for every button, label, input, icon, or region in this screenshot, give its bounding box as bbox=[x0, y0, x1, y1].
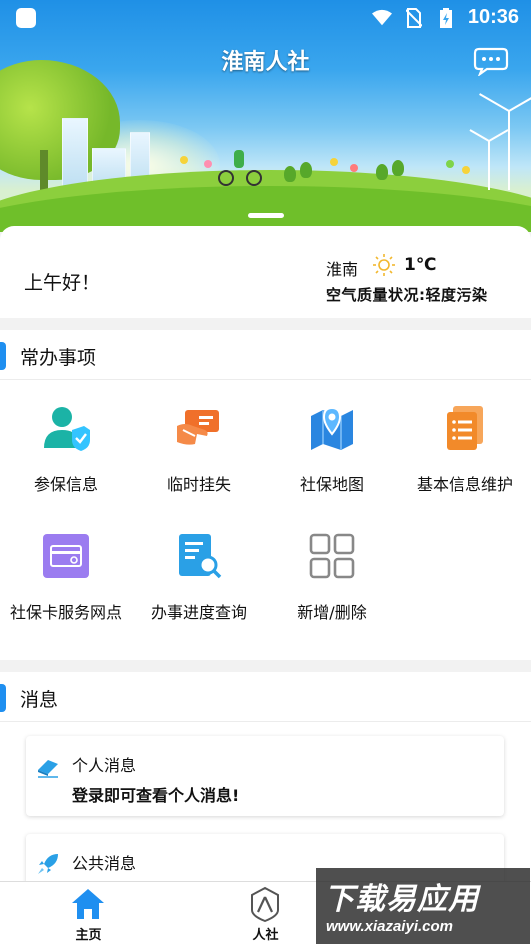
wifi-icon bbox=[371, 8, 392, 28]
task-card-service-points[interactable]: 社保卡服务网点 bbox=[0, 508, 132, 628]
eraser-icon bbox=[36, 754, 60, 778]
small-tree-illustration bbox=[300, 162, 312, 178]
status-bar: 10:36 bbox=[0, 0, 531, 38]
document-search-icon bbox=[175, 532, 223, 580]
weather-temperature: 1℃ bbox=[404, 255, 437, 275]
watermark: 下载易应用 www.xiazaiyi.com bbox=[316, 868, 530, 944]
task-add-remove[interactable]: 新增/删除 bbox=[266, 508, 398, 628]
nav-home[interactable]: 主页 bbox=[0, 882, 177, 944]
flower-illustration bbox=[350, 164, 358, 172]
wind-turbine-illustration bbox=[469, 129, 509, 190]
messages-section: 消息 个人消息 登录即可查看个人消息! 公共消息 bbox=[0, 672, 531, 914]
message-title: 公共消息 bbox=[72, 854, 137, 873]
flower-illustration bbox=[446, 160, 454, 168]
person-shield-icon bbox=[247, 886, 283, 923]
section-accent-bar bbox=[0, 342, 6, 370]
message-body: 登录即可查看个人消息! bbox=[72, 786, 240, 805]
grid-icon bbox=[308, 532, 356, 580]
wind-turbine-illustration bbox=[479, 93, 531, 190]
section-title: 消息 bbox=[20, 689, 59, 711]
document-list-icon bbox=[441, 404, 489, 452]
chat-bubble-icon bbox=[473, 47, 509, 78]
greeting-text: 上午好！ bbox=[24, 272, 101, 294]
watermark-text: 下载易应用 bbox=[324, 882, 479, 917]
flower-illustration bbox=[462, 166, 470, 174]
personal-message-card[interactable]: 个人消息 登录即可查看个人消息! bbox=[26, 736, 504, 816]
cyclist-illustration bbox=[218, 150, 262, 186]
flower-illustration bbox=[204, 160, 212, 168]
map-pin-icon bbox=[308, 404, 356, 452]
banner-page-indicator bbox=[248, 213, 284, 218]
watermark-url: www.xiazaiyi.com bbox=[326, 918, 453, 935]
task-progress-query[interactable]: 办事进度查询 bbox=[133, 508, 265, 628]
flower-illustration bbox=[180, 156, 188, 164]
building-illustration bbox=[62, 118, 88, 188]
nav-label: 主页 bbox=[75, 928, 102, 943]
task-temporary-loss-report[interactable]: 临时挂失 bbox=[133, 380, 265, 500]
section-title: 常办事项 bbox=[20, 347, 97, 369]
task-basic-info-maintenance[interactable]: 基本信息维护 bbox=[399, 380, 531, 500]
task-label: 办事进度查询 bbox=[150, 603, 247, 622]
home-icon bbox=[70, 886, 106, 922]
card-service-icon bbox=[42, 532, 90, 580]
task-label: 新增/删除 bbox=[297, 603, 367, 622]
small-tree-illustration bbox=[284, 166, 296, 182]
weather-city: 淮南 bbox=[326, 260, 359, 279]
greeting-card: 上午好！ 淮南 1℃ 空气质量状况:轻度污染 bbox=[0, 226, 531, 318]
page-title: 淮南人社 bbox=[221, 50, 310, 75]
common-tasks-section: 常办事项 参保信息 临时挂失 社保地图 基本信息维护 社保卡服务网点 办事进度查… bbox=[0, 330, 531, 660]
flower-illustration bbox=[330, 158, 338, 166]
section-header: 消息 bbox=[0, 672, 531, 722]
sun-icon bbox=[373, 254, 395, 276]
card-hand-icon bbox=[175, 404, 223, 452]
no-sim-icon bbox=[404, 7, 424, 28]
task-insurance-info[interactable]: 参保信息 bbox=[0, 380, 132, 500]
task-insurance-map[interactable]: 社保地图 bbox=[266, 380, 398, 500]
section-header: 常办事项 bbox=[0, 330, 531, 380]
user-shield-icon bbox=[42, 404, 90, 452]
task-label: 参保信息 bbox=[33, 475, 98, 494]
small-tree-illustration bbox=[376, 164, 388, 180]
air-quality-status: 空气质量状况:轻度污染 bbox=[326, 286, 488, 304]
rocket-icon bbox=[36, 852, 60, 876]
message-button[interactable] bbox=[473, 46, 509, 78]
battery-charging-icon bbox=[436, 7, 456, 28]
task-label: 社保卡服务网点 bbox=[9, 603, 122, 622]
tree-trunk bbox=[40, 150, 48, 190]
task-label: 临时挂失 bbox=[166, 475, 231, 494]
section-accent-bar bbox=[0, 684, 6, 712]
notification-icon bbox=[16, 8, 36, 28]
task-label: 社保地图 bbox=[299, 475, 364, 494]
small-tree-illustration bbox=[392, 160, 404, 176]
task-label: 基本信息维护 bbox=[416, 475, 513, 494]
status-clock: 10:36 bbox=[467, 6, 519, 28]
message-title: 个人消息 bbox=[72, 756, 137, 775]
